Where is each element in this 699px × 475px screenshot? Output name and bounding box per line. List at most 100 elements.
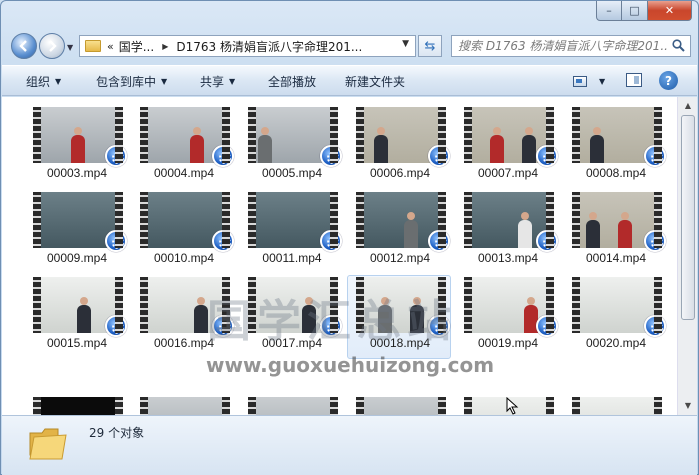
mouse-cursor-icon bbox=[506, 397, 519, 415]
file-name: 00011.mp4 bbox=[262, 251, 322, 265]
scroll-thumb[interactable] bbox=[681, 115, 695, 320]
video-thumbnail bbox=[248, 397, 338, 415]
file-name: 00004.mp4 bbox=[153, 166, 215, 180]
search-input[interactable] bbox=[452, 36, 667, 56]
address-overflow[interactable]: « bbox=[107, 40, 114, 53]
forward-button[interactable] bbox=[39, 33, 65, 59]
file-item[interactable]: 00006.mp4 bbox=[348, 97, 452, 181]
view-icon bbox=[573, 75, 587, 87]
share-label: 共享 bbox=[200, 75, 225, 89]
breadcrumb-segment[interactable]: 国学... bbox=[119, 38, 154, 55]
file-item[interactable]: 00015.mp4 bbox=[25, 267, 129, 351]
media-player-icon bbox=[644, 145, 666, 167]
video-thumbnail bbox=[33, 192, 127, 252]
chevron-down-icon: ▼ bbox=[229, 77, 236, 86]
file-item[interactable]: 00007.mp4 bbox=[456, 97, 560, 181]
file-name: 00005.mp4 bbox=[261, 166, 323, 180]
file-name: 00012.mp4 bbox=[369, 251, 431, 265]
video-thumbnail bbox=[572, 107, 666, 167]
file-item[interactable]: 00003.mp4 bbox=[25, 97, 129, 181]
file-item[interactable] bbox=[564, 387, 668, 415]
maximize-button[interactable]: □ bbox=[622, 1, 648, 21]
file-item[interactable]: 00009.mp4 bbox=[25, 182, 129, 266]
include-in-library-menu[interactable]: 包含到库中 ▼ bbox=[96, 69, 167, 94]
breadcrumb-segment[interactable]: D1763 杨清娟盲派八字命理201... bbox=[176, 38, 362, 55]
file-list[interactable]: 00003.mp4 00004.mp4 00005.mp4 00006.mp4 … bbox=[2, 97, 677, 415]
search-box[interactable] bbox=[451, 35, 691, 57]
breadcrumb-arrow-icon[interactable]: ▶ bbox=[162, 42, 168, 51]
media-player-icon bbox=[536, 230, 558, 252]
folder-icon bbox=[85, 40, 101, 52]
include-library-label: 包含到库中 bbox=[96, 75, 157, 89]
video-thumbnail bbox=[356, 107, 450, 167]
video-thumbnail bbox=[140, 397, 230, 415]
file-name: 00020.mp4 bbox=[585, 336, 647, 350]
video-thumbnail bbox=[572, 397, 662, 415]
file-item[interactable] bbox=[132, 387, 236, 415]
video-thumbnail bbox=[356, 397, 446, 415]
watermark-text: 国学汇总站 bbox=[207, 296, 457, 347]
scroll-up-icon[interactable]: ▲ bbox=[681, 99, 695, 113]
new-folder-button[interactable]: 新建文件夹 bbox=[345, 69, 405, 94]
watermark-url: www.guoxuehuizong.com bbox=[206, 353, 495, 377]
video-thumbnail bbox=[464, 192, 558, 252]
caption-buttons: – □ ✕ bbox=[596, 1, 692, 21]
media-player-icon bbox=[536, 145, 558, 167]
play-all-button[interactable]: 全部播放 bbox=[268, 69, 316, 94]
recent-pages-dropdown[interactable]: ▼ bbox=[67, 43, 73, 52]
video-thumbnail bbox=[33, 277, 127, 337]
file-item[interactable]: 00014.mp4 bbox=[564, 182, 668, 266]
file-name: 00014.mp4 bbox=[585, 251, 647, 265]
video-thumbnail bbox=[356, 192, 450, 252]
file-item[interactable]: 00012.mp4 bbox=[348, 182, 452, 266]
file-name: 00006.mp4 bbox=[369, 166, 431, 180]
file-item[interactable]: 00004.mp4 bbox=[132, 97, 236, 181]
media-player-icon bbox=[536, 315, 558, 337]
chevron-down-icon: ▼ bbox=[55, 77, 62, 86]
file-item[interactable] bbox=[240, 387, 344, 415]
navigation-bar: ▼ « 国学... ▶ D1763 杨清娟盲派八字命理201... ▼ ⇆ bbox=[1, 29, 698, 63]
video-thumbnail bbox=[33, 107, 127, 167]
share-menu[interactable]: 共享 ▼ bbox=[200, 69, 235, 94]
preview-pane-button[interactable] bbox=[626, 73, 642, 87]
vertical-scrollbar[interactable]: ▲ ▼ bbox=[677, 97, 697, 415]
file-item[interactable]: 00020.mp4 bbox=[564, 267, 668, 351]
file-name: 00009.mp4 bbox=[46, 251, 108, 265]
file-item[interactable]: 00011.mp4 bbox=[240, 182, 344, 266]
video-thumbnail bbox=[572, 192, 666, 252]
media-player-icon bbox=[105, 230, 127, 252]
scroll-down-icon[interactable]: ▼ bbox=[681, 399, 695, 413]
file-item[interactable]: 00013.mp4 bbox=[456, 182, 560, 266]
details-pane: 29 个对象 bbox=[2, 415, 697, 475]
organize-menu[interactable]: 组织 ▼ bbox=[26, 69, 61, 94]
refresh-button[interactable]: ⇆ bbox=[418, 35, 442, 57]
back-arrow-icon bbox=[19, 40, 27, 52]
file-item[interactable]: 00008.mp4 bbox=[564, 97, 668, 181]
file-name: 00015.mp4 bbox=[46, 336, 108, 350]
media-player-icon bbox=[428, 230, 450, 252]
play-all-label: 全部播放 bbox=[268, 75, 317, 89]
media-player-icon bbox=[320, 145, 342, 167]
address-bar[interactable]: « 国学... ▶ D1763 杨清娟盲派八字命理201... ▼ bbox=[79, 35, 416, 57]
change-view-button[interactable]: ▼ bbox=[571, 71, 611, 91]
forward-arrow-icon bbox=[49, 40, 57, 52]
file-item[interactable]: 00010.mp4 bbox=[132, 182, 236, 266]
back-button[interactable] bbox=[11, 33, 37, 59]
video-thumbnail bbox=[33, 397, 123, 415]
file-item[interactable] bbox=[25, 387, 129, 415]
close-button[interactable]: ✕ bbox=[648, 1, 692, 21]
video-thumbnail bbox=[140, 107, 234, 167]
file-name: 00007.mp4 bbox=[477, 166, 539, 180]
search-icon[interactable] bbox=[672, 39, 685, 52]
file-item[interactable] bbox=[348, 387, 452, 415]
media-player-icon bbox=[212, 145, 234, 167]
help-button[interactable]: ? bbox=[659, 71, 678, 90]
file-item[interactable]: 00019.mp4 bbox=[456, 267, 560, 351]
file-item[interactable]: 00005.mp4 bbox=[240, 97, 344, 181]
video-thumbnail bbox=[464, 107, 558, 167]
address-dropdown-icon[interactable]: ▼ bbox=[402, 39, 409, 49]
organize-label: 组织 bbox=[26, 75, 51, 89]
new-folder-label: 新建文件夹 bbox=[345, 75, 406, 89]
minimize-button[interactable]: – bbox=[596, 1, 622, 21]
explorer-window: – □ ✕ ▼ « 国学... ▶ D1763 杨清娟盲派八字命理201... … bbox=[0, 0, 699, 475]
